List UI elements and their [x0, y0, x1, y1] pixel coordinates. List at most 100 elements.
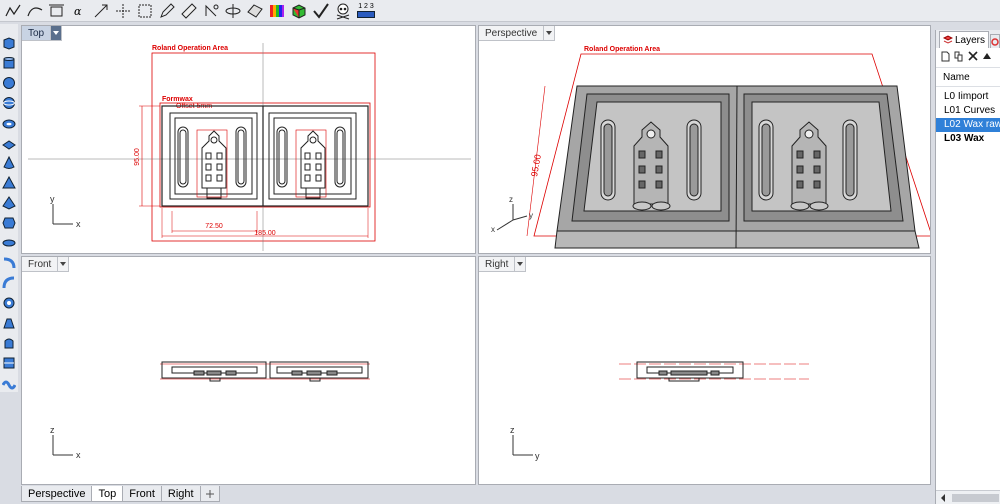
tab-layers-label: Layers	[955, 34, 986, 46]
viewport-menu-button[interactable]	[544, 26, 556, 41]
cylinder-icon[interactable]	[2, 54, 16, 72]
layers-horizontal-scrollbar[interactable]	[936, 490, 1000, 504]
chevron-down-icon	[60, 262, 67, 266]
tube-icon[interactable]	[2, 234, 16, 252]
arrow-leader-icon[interactable]	[92, 2, 110, 20]
viewport-title-perspective[interactable]: Perspective	[479, 26, 556, 41]
extrude-icon[interactable]	[2, 294, 16, 312]
new-layer-icon[interactable]	[940, 50, 950, 62]
viewport-menu-button[interactable]	[58, 257, 70, 272]
viewport-title-label: Right	[479, 257, 516, 272]
polyline-icon[interactable]	[4, 2, 22, 20]
operation-area-label: Roland Operation Area	[152, 45, 228, 52]
layer-row[interactable]: L01 Curves	[936, 104, 1000, 118]
operation-area-label: Roland Operation Area	[584, 46, 660, 53]
layer-row-current[interactable]: L03 Wax	[936, 132, 1000, 146]
viewport-perspective[interactable]: Perspective Roland Operation Area 95.00 …	[478, 25, 931, 254]
box-icon[interactable]	[2, 34, 16, 52]
viewport-menu-button[interactable]	[515, 257, 527, 272]
cavity-left	[169, 112, 258, 200]
viewport-right[interactable]: Right z y	[478, 256, 931, 485]
top-view-scene: Roland Operation Area Formwax Offset 5mm	[28, 43, 471, 251]
layers-list: L0 Iimport L01 Curves L02 Wax raw L03 Wa…	[936, 87, 1000, 146]
color-box-icon[interactable]	[290, 2, 308, 20]
scroll-left-icon[interactable]	[936, 491, 950, 504]
tab-front[interactable]: Front	[122, 486, 162, 502]
viewport-title-front[interactable]: Front	[22, 257, 70, 272]
delete-icon[interactable]	[968, 50, 978, 62]
tab-layers[interactable]: Layers	[939, 31, 990, 48]
axis-label-z: z	[509, 195, 513, 204]
tab-perspective[interactable]: Perspective	[21, 486, 93, 502]
top-toolbar: α 1 2 3	[0, 0, 1000, 22]
tab-top[interactable]: Top	[91, 486, 124, 502]
left-toolbar	[0, 24, 18, 392]
ruler-icon[interactable]	[180, 2, 198, 20]
angle-dimension-icon[interactable]: α	[70, 2, 88, 20]
dim-height-label: 95.00	[134, 148, 141, 166]
cavity-right	[268, 112, 357, 200]
viewport-title-label: Front	[22, 257, 59, 272]
move-up-icon[interactable]	[982, 50, 992, 62]
sweep-icon[interactable]	[2, 274, 16, 292]
scrollbar-thumb[interactable]	[952, 493, 999, 502]
rhino-window: α 1 2 3 Top Roland Operation Area Formwa…	[0, 0, 1000, 504]
viewport-menu-button[interactable]	[51, 26, 63, 41]
viewport-top[interactable]: Top Roland Operation Area Formwax Offset…	[21, 25, 476, 254]
viewport-front[interactable]: Front z x	[21, 256, 476, 485]
bounding-box-icon[interactable]	[224, 2, 242, 20]
tetrahedron-icon[interactable]	[2, 174, 16, 192]
skull-icon[interactable]	[334, 2, 352, 20]
layers-column-header[interactable]: Name	[936, 67, 1000, 87]
prism-icon[interactable]	[2, 214, 16, 232]
dimension-icon[interactable]	[48, 2, 66, 20]
layer-row-selected[interactable]: L02 Wax raw	[936, 118, 1000, 132]
sphere-icon[interactable]	[2, 74, 16, 92]
linear-dimension-icon[interactable]	[136, 2, 154, 20]
axis-label-y: y	[50, 194, 55, 204]
edit-icon[interactable]	[158, 2, 176, 20]
svg-text:α: α	[74, 5, 82, 18]
axis-label-x: x	[491, 225, 495, 234]
axis-label-z: z	[50, 425, 55, 435]
layer-row[interactable]: L0 Iimport	[936, 90, 1000, 104]
add-viewport-button[interactable]	[199, 486, 220, 502]
dim-height-label: 95.00	[529, 154, 543, 178]
viewport-title-label: Perspective	[479, 26, 545, 41]
curvature-icon[interactable]	[246, 2, 264, 20]
dim-inner-label: 72.50	[205, 223, 223, 230]
loft-icon[interactable]	[2, 314, 16, 332]
new-sublayer-icon[interactable]	[954, 50, 964, 62]
number-dimension-bar	[357, 11, 375, 18]
mold-front-profile	[161, 361, 369, 382]
ellipsoid-icon[interactable]	[2, 94, 16, 112]
pipe-icon[interactable]	[2, 254, 16, 272]
check-icon[interactable]	[312, 2, 330, 20]
point-icon[interactable]	[114, 2, 132, 20]
surface-icon[interactable]	[2, 334, 16, 352]
pyramid-icon[interactable]	[2, 194, 16, 212]
rainbow-analysis-icon[interactable]	[268, 2, 286, 20]
right-view-scene: z y	[510, 361, 809, 461]
number-dimension-icon[interactable]: 1 2 3	[356, 2, 376, 20]
viewport-title-top[interactable]: Top	[22, 26, 63, 41]
cavity-left-3d	[571, 93, 730, 222]
layers-toolbar	[936, 48, 1000, 64]
plus-icon	[205, 489, 214, 498]
helix-icon[interactable]	[2, 354, 16, 372]
viewport-title-right[interactable]: Right	[479, 257, 527, 272]
cone-icon[interactable]	[2, 154, 16, 172]
formwax-label: Formwax	[162, 96, 193, 103]
torus-icon[interactable]	[2, 114, 16, 132]
formwax-outline	[159, 102, 371, 208]
plane-icon[interactable]	[2, 134, 16, 152]
tab-properties[interactable]	[990, 34, 1000, 48]
rotate-dimension-icon[interactable]	[202, 2, 220, 20]
viewport-title-label: Top	[22, 26, 52, 41]
panel-tabbar: Layers	[936, 30, 1000, 48]
tab-right[interactable]: Right	[160, 486, 201, 502]
wave-icon[interactable]	[2, 374, 16, 392]
mold-front-face	[554, 230, 920, 249]
axis-label-x: x	[76, 219, 81, 229]
curve-icon[interactable]	[26, 2, 44, 20]
